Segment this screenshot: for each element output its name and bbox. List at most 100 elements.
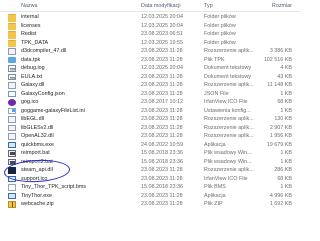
file-size: 19 679 KB: [266, 141, 292, 148]
file-type: Dokument tekstowy: [204, 73, 252, 80]
file-row-13[interactable]: libGLESv2.dll 23.08.2023 11:28 Rozszerzeni…: [0, 124, 300, 133]
file-name: gog.ico: [21, 99, 39, 105]
file-name: libEGL.dll: [21, 116, 45, 122]
file-name: support.ico: [21, 175, 48, 182]
file-row-20[interactable]: Tiny_Thor_TPK_script.bms 15.08.2018 23:36…: [0, 183, 300, 192]
file-row-10[interactable]: gog.ico 23.08.2017 10:12 IrfanView ICO Fil…: [0, 98, 300, 107]
file-date: 23.08.2023 11:28: [141, 107, 183, 114]
application-icon: [8, 141, 16, 148]
file-type: Folder plików: [204, 14, 236, 20]
file-type: Plik BMS: [204, 184, 226, 190]
file-size: 286 KB: [274, 167, 292, 173]
file-row-18[interactable]: steam_api.dll 23.08.2023 11:28 Rozszerzeni…: [0, 166, 300, 175]
file-name: OpenAL32.dll: [21, 133, 54, 139]
steam-icon: [8, 167, 16, 174]
file-type: Rozszerzenie aplik...: [204, 124, 254, 131]
file-name: TinyThor.exe: [21, 192, 52, 199]
file-list: internal 12.03.2025 20:04 Folder plików lic…: [0, 13, 300, 209]
file-name: TPK_DATA: [21, 39, 49, 46]
file-row-5[interactable]: data.tpk 23.08.2023 11:28 Plik TPK 102 516 …: [0, 56, 300, 65]
column-header-name[interactable]: Nazwa: [21, 3, 37, 9]
file-name: steam_api.dll: [21, 167, 53, 173]
file-date: 12.03.2025 19:55: [141, 39, 183, 46]
file-size: 1 KB: [280, 107, 292, 114]
text-file-icon: [8, 73, 16, 80]
file-date: 23.08.2023 11:28: [141, 116, 183, 122]
file-row-2[interactable]: Redist 23.08.2023 06:51 Folder plików: [0, 30, 300, 39]
file-row-17[interactable]: reimport2.bat 15.08.2018 23:36 Plik wsadow…: [0, 158, 300, 167]
file-size: 130 KB: [274, 116, 292, 122]
file-row-11[interactable]: goggame-galaxyFileList.ini 23.08.2023 11:…: [0, 107, 300, 116]
file-name: reimport2.bat: [21, 158, 53, 165]
file-icon: [8, 184, 16, 191]
file-row-21[interactable]: TinyThor.exe 23.08.2023 11:28 Aplikacja 4 9…: [0, 192, 300, 201]
file-row-12[interactable]: libEGL.dll 23.08.2023 11:28 Rozszerzenie a…: [0, 115, 300, 124]
file-date: 23.08.2023 11:28: [141, 192, 183, 199]
file-type: Folder plików: [204, 22, 236, 29]
file-row-9[interactable]: GalaxyConfig.json 23.08.2023 11:28 JSON Fi…: [0, 90, 300, 99]
file-size: 1 KB: [280, 158, 292, 165]
file-row-19[interactable]: support.ico 23.08.2023 11:28 IrfanView ICO…: [0, 175, 300, 184]
file-type: Folder plików: [204, 31, 236, 37]
file-name: reimport.bat: [21, 150, 50, 156]
dll-file-icon: [8, 133, 16, 140]
file-size: 68 KB: [277, 99, 292, 105]
dll-file-icon: [8, 116, 16, 123]
file-date: 23.08.2023 11:28: [141, 167, 183, 173]
file-name: webcache.zip: [21, 201, 54, 207]
file-date: 23.08.2023 11:28: [141, 133, 183, 139]
file-row-7[interactable]: EULA.txt 23.08.2023 11:28 Dokument tekstow…: [0, 73, 300, 82]
folder-icon: [8, 31, 16, 39]
file-date: 15.08.2018 23:36: [141, 150, 183, 156]
file-row-0[interactable]: internal 12.03.2025 20:04 Folder plików: [0, 13, 300, 22]
file-size: 2 907 KB: [269, 124, 292, 131]
file-row-4[interactable]: d3dcompiler_47.dll 23.08.2023 11:28 Rozsze…: [0, 47, 300, 56]
file-row-8[interactable]: Galaxy.dll 23.08.2023 11:28 Rozszerzenie a…: [0, 81, 300, 90]
column-header-size[interactable]: Rozmiar: [272, 3, 292, 9]
file-date: 23.08.2023 11:28: [141, 124, 183, 131]
settings-file-icon: [8, 107, 16, 114]
file-size: 1 KB: [280, 184, 292, 190]
file-type: Plik TPK: [204, 56, 225, 63]
file-type: Rozszerzenie aplik...: [204, 133, 254, 139]
file-name: debug.log: [21, 65, 45, 71]
dll-file-icon: [8, 124, 16, 131]
file-name: libGLESv2.dll: [21, 124, 54, 131]
application-icon: [8, 192, 16, 199]
file-date: 12.03.2025 20:04: [141, 14, 183, 20]
file-type: Ustawienia konfig...: [204, 107, 251, 114]
file-row-6[interactable]: debug.log 12.03.2025 20:04 Dokument teksto…: [0, 64, 300, 73]
file-date: 23.08.2023 11:28: [141, 201, 183, 207]
file-date: 15.08.2018 23:36: [141, 158, 183, 165]
file-date: 12.03.2025 20:04: [141, 22, 183, 29]
file-date: 23.08.2023 11:28: [141, 48, 183, 54]
file-size: 43 KB: [277, 73, 292, 80]
file-row-14[interactable]: OpenAL32.dll 23.08.2023 11:28 Rozszerzenie…: [0, 132, 300, 141]
batch-file-icon: [8, 158, 16, 165]
file-row-22[interactable]: webcache.zip 23.08.2023 11:28 Plik ZIP 1 69…: [0, 200, 300, 209]
folder-icon: [8, 14, 16, 22]
file-type: JSON File: [204, 90, 229, 97]
file-row-1[interactable]: licenses 12.03.2025 20:04 Folder plików: [0, 22, 300, 30]
column-header-date[interactable]: Data modyfikacji: [141, 3, 181, 9]
file-name: GalaxyConfig.json: [21, 90, 65, 97]
file-type: Rozszerzenie aplik...: [204, 48, 254, 54]
file-row-16[interactable]: reimport.bat 15.08.2018 23:36 Plik wsadowy…: [0, 149, 300, 158]
file-date: 23.08.2023 06:51: [141, 31, 183, 37]
file-row-15[interactable]: quickbms.exe 24.08.2022 10:59 Aplikacja 19 …: [0, 141, 300, 150]
file-size: 3 386 KB: [269, 48, 292, 54]
file-date: 23.08.2023 11:28: [141, 73, 183, 80]
file-type: Plik wsadowy Win...: [204, 158, 252, 165]
file-name: goggame-galaxyFileList.ini: [21, 107, 85, 114]
file-name: licenses: [21, 22, 41, 29]
file-date: 23.08.2023 11:28: [141, 90, 183, 97]
file-name: quickbms.exe: [21, 141, 54, 148]
file-row-3[interactable]: TPK_DATA 12.03.2025 19:55 Folder plików: [0, 39, 300, 47]
support-icon: [8, 175, 16, 182]
column-header-type[interactable]: Typ: [204, 3, 213, 9]
file-date: 24.08.2022 10:59: [141, 141, 183, 148]
file-type: Aplikacja: [204, 192, 226, 199]
file-size: 1 KB: [280, 150, 292, 156]
file-name: Galaxy.dll: [21, 82, 45, 88]
folder-icon: [8, 39, 16, 47]
